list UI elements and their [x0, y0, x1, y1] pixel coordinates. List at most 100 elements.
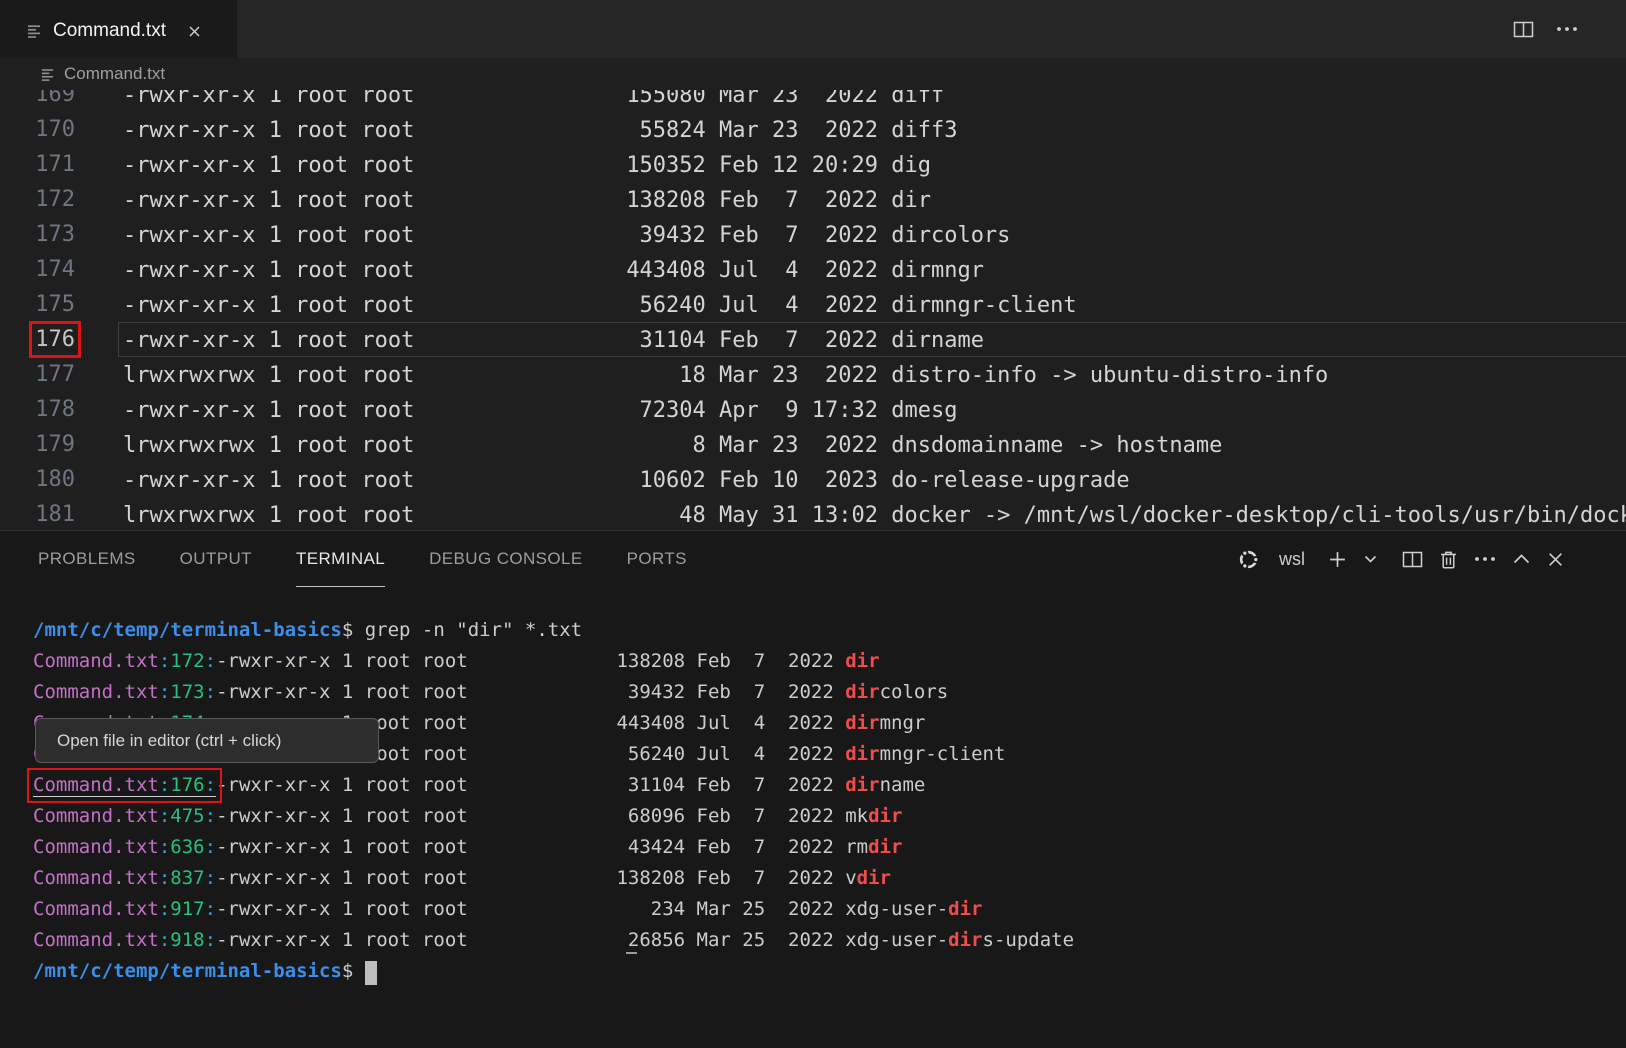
editor-line-text: lrwxrwxrwx 1 root root 8 Mar 23 2022 dns… — [118, 427, 1626, 462]
ubuntu-wsl-icon — [1237, 548, 1260, 571]
terminal-text-match: dir — [948, 929, 982, 951]
panel-tab-terminal[interactable]: TERMINAL — [296, 531, 385, 587]
breadcrumb: Command.txt — [0, 58, 1626, 90]
more-actions-icon[interactable] — [1556, 26, 1578, 32]
panel-tab-debug-console[interactable]: DEBUG CONSOLE — [429, 531, 583, 587]
close-panel-icon[interactable] — [1547, 551, 1564, 568]
terminal-text-file: Command.txt — [33, 805, 159, 827]
tab-command-txt[interactable]: Command.txt — [0, 0, 237, 58]
link-hover-tooltip: Open file in editor (ctrl + click) — [35, 718, 379, 763]
terminal-text-def: colors — [880, 681, 949, 703]
terminal-text-num: 173 — [170, 681, 204, 703]
panel-tab-ports[interactable]: PORTS — [627, 531, 687, 587]
split-editor-icon[interactable] — [1513, 21, 1534, 38]
terminal-text-sep: : — [159, 836, 170, 858]
terminal-rows: /mnt/c/temp/terminal-basics$ grep -n "di… — [0, 587, 1626, 987]
editor-line-178: 178-rwxr-xr-x 1 root root 72304 Apr 9 17… — [0, 392, 1626, 427]
tab-title: Command.txt — [53, 20, 166, 42]
line-number: 172 — [0, 182, 75, 217]
editor-line-text: -rwxr-xr-x 1 root root 155080 Mar 23 202… — [118, 90, 1626, 112]
editor-line-170: 170 -rwxr-xr-x 1 root root 55824 Mar 23 2… — [0, 112, 1626, 147]
terminal-text-num: 172 — [170, 650, 204, 672]
editor-line-180: 180 -rwxr-xr-x 1 root root 10602 Feb 10 2… — [0, 462, 1626, 497]
tab-close-icon[interactable] — [187, 24, 202, 39]
terminal-text-sep: : — [205, 774, 216, 796]
editor-actions — [1513, 0, 1578, 58]
editor-line-text: -rwxr-xr-x 1 root root 150352 Feb 12 20:… — [118, 147, 1626, 182]
panel-tabs: PROBLEMS OUTPUT TERMINAL DEBUG CONSOLE PORTS — [38, 531, 687, 587]
editor-line-181: 181lrwxrwxrwx 1 root root 48 May 31 13:0… — [0, 497, 1626, 530]
terminal-text-match: dir — [857, 867, 891, 889]
breadcrumb-item-file[interactable]: Command.txt — [64, 64, 165, 84]
terminal-text-sep: : — [205, 836, 216, 858]
line-number: 180 — [0, 462, 75, 497]
line-number: 178 — [0, 392, 75, 427]
editor-line-text: -rwxr-xr-x 1 root root 55824 Mar 23 2022… — [118, 112, 1626, 147]
editor-line-169: 169 -rwxr-xr-x 1 root root 155080 Mar 23 … — [0, 90, 1626, 112]
editor-line-179: 179 lrwxrwxrwx 1 root root 8 Mar 23 2022 … — [0, 427, 1626, 462]
terminal-row-2: Command.txt:173:-rwxr-xr-x 1 root root 3… — [33, 677, 1626, 708]
panel-tab-problems[interactable]: PROBLEMS — [38, 531, 136, 587]
terminal-text-def: mngr — [880, 712, 926, 734]
kill-terminal-trash-icon[interactable] — [1440, 550, 1457, 569]
terminal-text-file: Command.txt — [33, 650, 159, 672]
editor-line-text: -rwxr-xr-x 1 root root 39432 Feb 7 2022 … — [118, 217, 1626, 252]
terminal-file-link[interactable]: Command.txt:176: — [33, 774, 216, 797]
line-number: 177 — [0, 357, 75, 392]
split-terminal-icon[interactable] — [1402, 551, 1423, 568]
terminal-text-num: 475 — [170, 805, 204, 827]
terminal-text-sep: : — [159, 805, 170, 827]
terminal-text-sep: : — [205, 867, 216, 889]
line-number: 181 — [0, 497, 75, 530]
new-terminal-icon[interactable] — [1328, 550, 1347, 569]
editor-line-174: 174-rwxr-xr-x 1 root root 443408 Jul 4 2… — [0, 252, 1626, 287]
editor-lines: 169 -rwxr-xr-x 1 root root 155080 Mar 23 … — [0, 90, 1626, 530]
editor-line-text: -rwxr-xr-x 1 root root 10602 Feb 10 2023… — [118, 462, 1626, 497]
terminal-row-7: Command.txt:636:-rwxr-xr-x 1 root root 4… — [33, 832, 1626, 863]
panel-actions: wsl — [1237, 531, 1564, 587]
line-number: 171 — [0, 147, 75, 182]
editor-line-177: 177 lrwxrwxrwx 1 root root 18 Mar 23 2022… — [0, 357, 1626, 392]
terminal-text-def: -rwxr-xr-x 1 root root 43424 Feb 7 2022 … — [216, 836, 868, 858]
terminal-text-match: dir — [845, 712, 879, 734]
terminal-text-def: -rwxr-xr-x 1 root root 138208 Feb 7 2022… — [216, 867, 857, 889]
terminal-text-num: 176 — [170, 774, 204, 796]
terminal-text-match: dir — [845, 681, 879, 703]
panel-more-actions-icon[interactable] — [1474, 556, 1496, 562]
vscode-window: { "colors": { "annotation_red": "#DE1414… — [0, 0, 1626, 1048]
terminal-text-def: -rwxr-xr-x 1 root root 26856 Mar 25 2022… — [216, 929, 948, 951]
terminal-text-match: dir — [845, 774, 879, 796]
terminal[interactable]: /mnt/c/temp/terminal-basics$ grep -n "di… — [0, 587, 1626, 1048]
terminal-text-sep: : — [159, 650, 170, 672]
terminal-text-def: -rwxr-xr-x 1 root root 31104 Feb 7 2022 — [216, 774, 845, 796]
panel-tab-output[interactable]: OUTPUT — [180, 531, 252, 587]
terminal-row-6: Command.txt:475:-rwxr-xr-x 1 root root 6… — [33, 801, 1626, 832]
terminal-text-path: /mnt/c/temp/terminal-basics — [33, 619, 342, 641]
terminal-text-def: -rwxr-xr-x 1 root root 68096 Feb 7 2022 … — [216, 805, 868, 827]
editor-line-text: -rwxr-xr-x 1 root root 31104 Feb 7 2022 … — [118, 322, 1626, 357]
terminal-text-sep: : — [205, 898, 216, 920]
line-number: 179 — [0, 427, 75, 462]
terminal-profile-dropdown-icon[interactable] — [1364, 555, 1377, 564]
terminal-text-def: -rwxr-xr-x 1 root root 234 Mar 25 2022 x… — [216, 898, 948, 920]
terminal-text-match: dir — [845, 743, 879, 765]
terminal-text-file: Command.txt — [33, 929, 159, 951]
maximize-panel-icon[interactable] — [1513, 554, 1530, 564]
editor-line-text: -rwxr-xr-x 1 root root 138208 Feb 7 2022… — [118, 182, 1626, 217]
line-number: 170 — [0, 112, 75, 147]
terminal-text-file: Command.txt — [33, 898, 159, 920]
line-number: 169 — [0, 90, 75, 112]
terminal-text-path: /mnt/c/temp/terminal-basics — [33, 960, 342, 982]
terminal-profile-label[interactable]: wsl — [1279, 549, 1305, 570]
terminal-row-10: Command.txt:918:-rwxr-xr-x 1 root root 2… — [33, 925, 1626, 956]
terminal-text-def: -rwxr-xr-x 1 root root 138208 Feb 7 2022 — [216, 650, 845, 672]
terminal-row-1: Command.txt:172:-rwxr-xr-x 1 root root 1… — [33, 646, 1626, 677]
annotated-line-number: 176 — [35, 327, 75, 352]
terminal-text-sep: : — [159, 898, 170, 920]
text-file-icon — [26, 23, 42, 39]
line-number: 173 — [0, 217, 75, 252]
editor-line-text: lrwxrwxrwx 1 root root 18 Mar 23 2022 di… — [118, 357, 1626, 392]
tooltip-text: Open file in editor (ctrl + click) — [57, 731, 281, 751]
editor-pane[interactable]: 169 -rwxr-xr-x 1 root root 155080 Mar 23 … — [0, 90, 1626, 530]
terminal-text-file: Command.txt — [33, 681, 159, 703]
